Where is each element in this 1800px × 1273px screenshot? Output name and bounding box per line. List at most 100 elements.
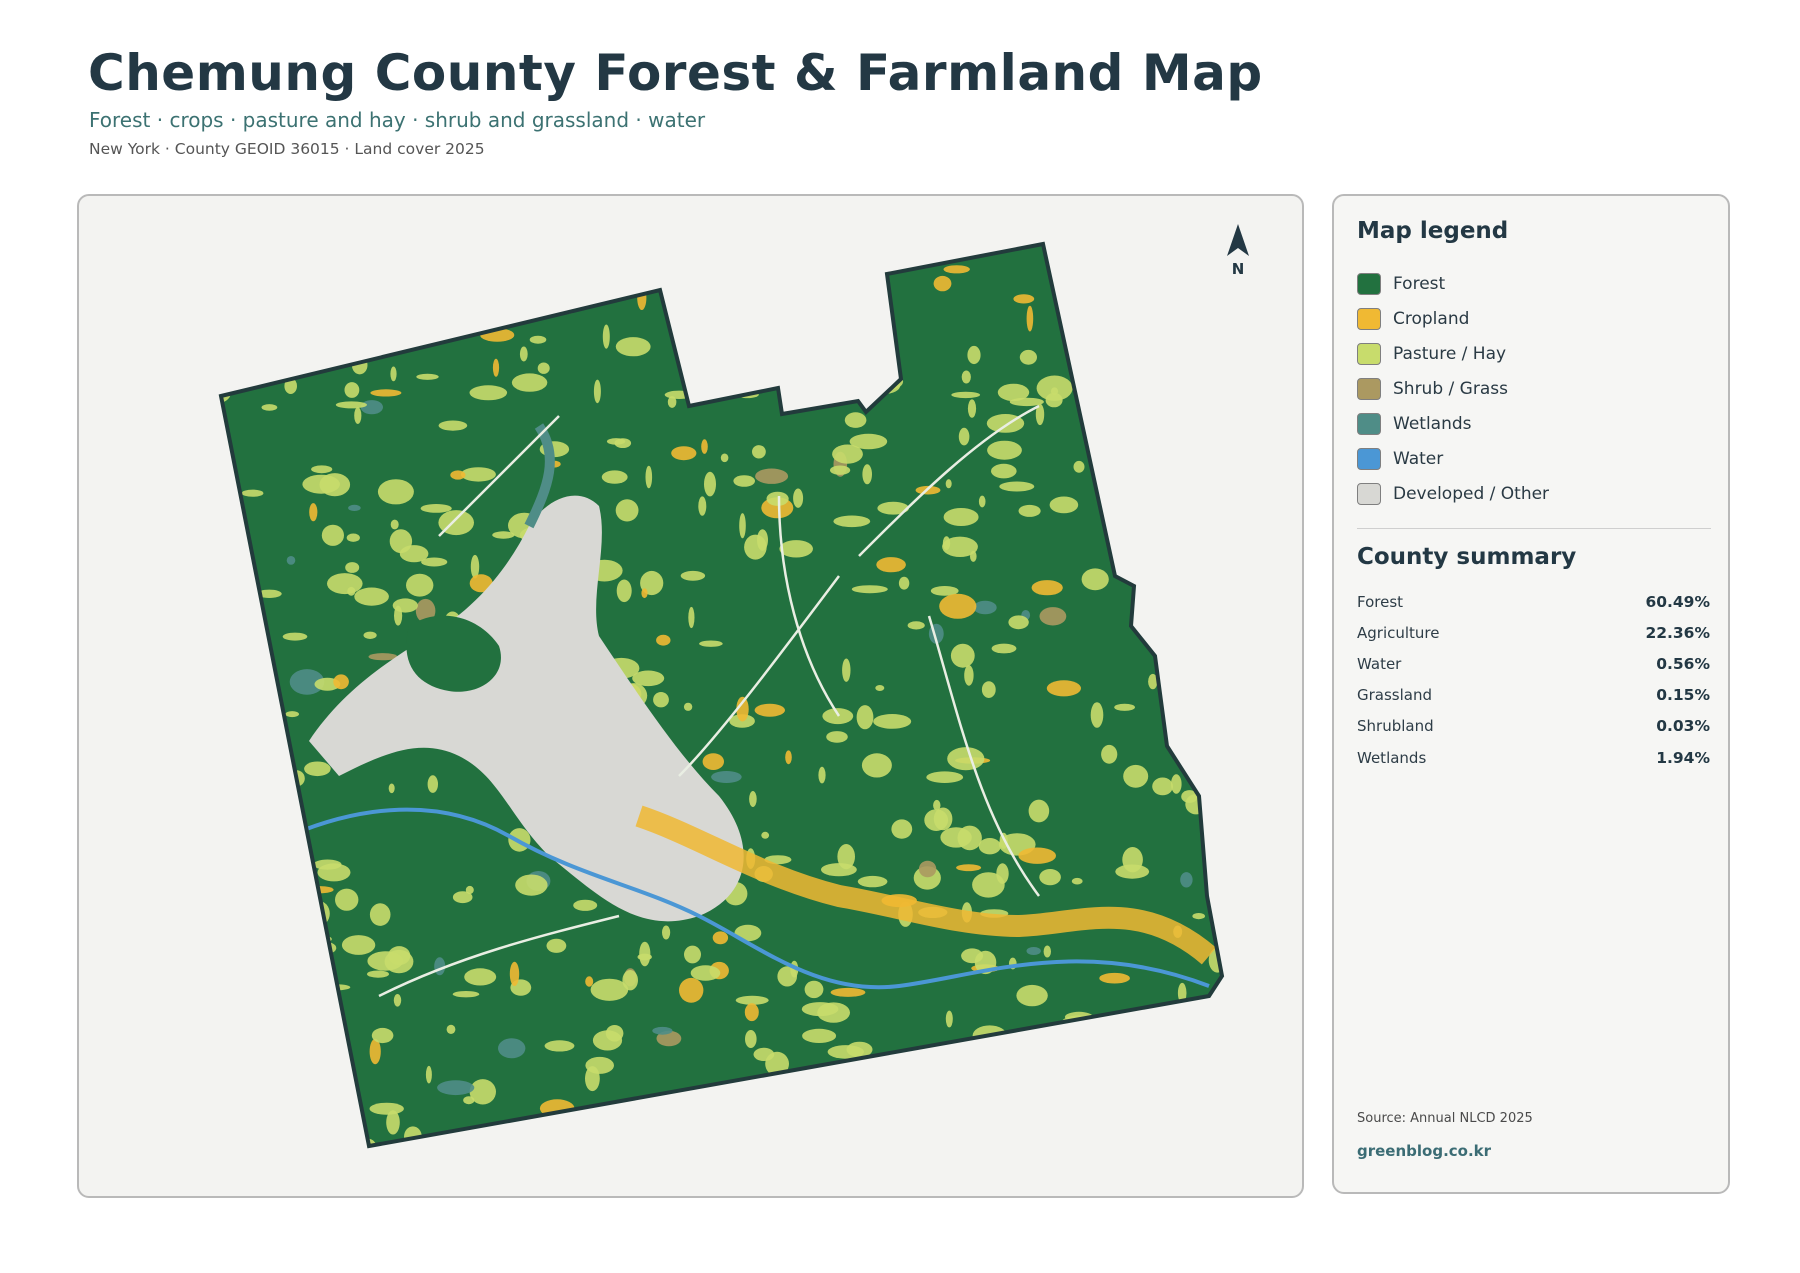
land-cover-patch bbox=[739, 513, 746, 539]
summary-value: 0.56% bbox=[1656, 654, 1710, 673]
legend-swatch bbox=[1357, 342, 1381, 365]
map-panel[interactable] bbox=[77, 194, 1304, 1198]
land-cover-patch bbox=[919, 1140, 943, 1146]
legend-swatch bbox=[1357, 377, 1381, 400]
land-cover-patch bbox=[207, 249, 220, 266]
land-cover-patch bbox=[266, 804, 298, 823]
north-label: N bbox=[1231, 260, 1245, 278]
land-cover-patch bbox=[425, 1065, 432, 1084]
land-cover-patch bbox=[972, 872, 1005, 898]
land-cover-patch bbox=[492, 358, 500, 377]
land-cover-patch bbox=[856, 705, 874, 730]
land-cover-patch bbox=[999, 481, 1035, 492]
brand-link[interactable]: greenblog.co.kr bbox=[1357, 1142, 1491, 1160]
land-cover-patch bbox=[945, 1010, 953, 1028]
land-cover-patch bbox=[456, 283, 488, 295]
land-cover-patch bbox=[873, 714, 912, 729]
land-cover-patch bbox=[320, 337, 333, 352]
land-cover-patch bbox=[1049, 496, 1079, 514]
land-cover-patch bbox=[282, 632, 308, 641]
land-cover-patch bbox=[1173, 401, 1194, 419]
land-cover-patch bbox=[924, 809, 949, 831]
land-cover-patch bbox=[953, 1074, 982, 1082]
land-cover-patch bbox=[932, 1124, 945, 1146]
land-cover-patch bbox=[943, 508, 979, 526]
land-cover-patch bbox=[895, 1138, 912, 1146]
land-cover-patch bbox=[321, 244, 352, 260]
land-cover-patch bbox=[891, 819, 913, 839]
legend-item-shrub: Shrub / Grass bbox=[1357, 371, 1549, 406]
land-cover-patch bbox=[393, 994, 402, 1007]
land-cover-patch bbox=[991, 643, 1017, 654]
land-cover-patch bbox=[234, 605, 262, 625]
land-cover-patch bbox=[1071, 877, 1083, 885]
land-cover-patch bbox=[544, 1040, 575, 1052]
land-cover-patch bbox=[1102, 454, 1124, 474]
land-cover-patch bbox=[978, 838, 1001, 855]
land-cover-patch bbox=[752, 445, 766, 459]
land-cover-patch bbox=[285, 276, 317, 303]
land-cover-patch bbox=[699, 640, 723, 647]
land-cover-patch bbox=[970, 1099, 990, 1111]
lake bbox=[712, 364, 726, 388]
legend-label: Pasture / Hay bbox=[1393, 343, 1507, 364]
land-cover-patch bbox=[184, 644, 213, 656]
land-cover-patch bbox=[221, 641, 234, 662]
land-cover-patch bbox=[1175, 1030, 1200, 1048]
land-cover-patch bbox=[1090, 702, 1104, 728]
summary-label: Shrubland bbox=[1357, 717, 1434, 736]
land-cover-patch bbox=[899, 252, 934, 260]
land-cover-patch bbox=[876, 557, 906, 573]
land-cover-patch bbox=[438, 420, 468, 431]
land-cover-patch bbox=[1195, 494, 1206, 504]
legend-label: Cropland bbox=[1393, 308, 1470, 329]
page-meta: New York · County GEOID 36015 · Land cov… bbox=[89, 140, 485, 158]
land-cover-patch bbox=[529, 335, 547, 344]
summary-value: 22.36% bbox=[1645, 623, 1710, 642]
land-cover-patch bbox=[1015, 1086, 1029, 1099]
land-cover-patch bbox=[1193, 289, 1210, 306]
land-cover-patch bbox=[514, 262, 526, 270]
land-cover-patch bbox=[701, 439, 708, 454]
land-cover-patch bbox=[826, 731, 848, 743]
land-cover-patch bbox=[229, 584, 242, 604]
land-cover-patch bbox=[830, 465, 851, 475]
land-cover-patch bbox=[221, 252, 224, 275]
land-cover-patch bbox=[221, 997, 253, 1008]
land-cover-patch bbox=[434, 957, 446, 976]
land-cover-patch bbox=[926, 771, 964, 783]
summary-label: Water bbox=[1357, 654, 1402, 673]
legend-swatch bbox=[1357, 412, 1381, 435]
land-cover-patch bbox=[302, 474, 340, 494]
land-cover-patch bbox=[1139, 313, 1152, 336]
land-cover-patch bbox=[593, 379, 601, 404]
land-cover-patch bbox=[833, 515, 871, 528]
summary-list: Forest 60.49% Agriculture 22.36% Water 0… bbox=[1357, 586, 1710, 773]
land-cover-patch bbox=[849, 433, 888, 450]
land-cover-patch bbox=[1031, 580, 1063, 596]
legend-label: Water bbox=[1393, 448, 1444, 469]
land-cover-patch bbox=[656, 634, 671, 646]
land-cover-patch bbox=[821, 863, 857, 877]
land-cover-patch bbox=[1197, 699, 1222, 708]
land-cover-patch bbox=[769, 334, 784, 350]
land-cover-patch bbox=[221, 935, 225, 958]
land-cover-patch bbox=[1081, 568, 1109, 591]
land-cover-patch bbox=[1134, 409, 1150, 419]
land-cover-patch bbox=[617, 244, 643, 258]
land-cover-patch bbox=[240, 1040, 278, 1050]
land-cover-patch bbox=[247, 1042, 258, 1051]
summary-value: 0.03% bbox=[1656, 717, 1710, 736]
county-map[interactable] bbox=[79, 196, 1302, 1196]
land-cover-patch bbox=[358, 275, 380, 298]
forest-base bbox=[221, 244, 1222, 1146]
land-cover-patch bbox=[286, 556, 296, 565]
land-cover-patch bbox=[830, 987, 866, 997]
land-cover-patch bbox=[406, 573, 434, 597]
page-title: Chemung County Forest & Farmland Map bbox=[88, 44, 1263, 102]
land-cover-patch bbox=[452, 991, 480, 998]
land-cover-patch bbox=[540, 1126, 573, 1145]
land-cover-patch bbox=[978, 495, 986, 508]
land-cover-patch bbox=[641, 588, 648, 599]
land-cover-patch bbox=[478, 249, 495, 259]
